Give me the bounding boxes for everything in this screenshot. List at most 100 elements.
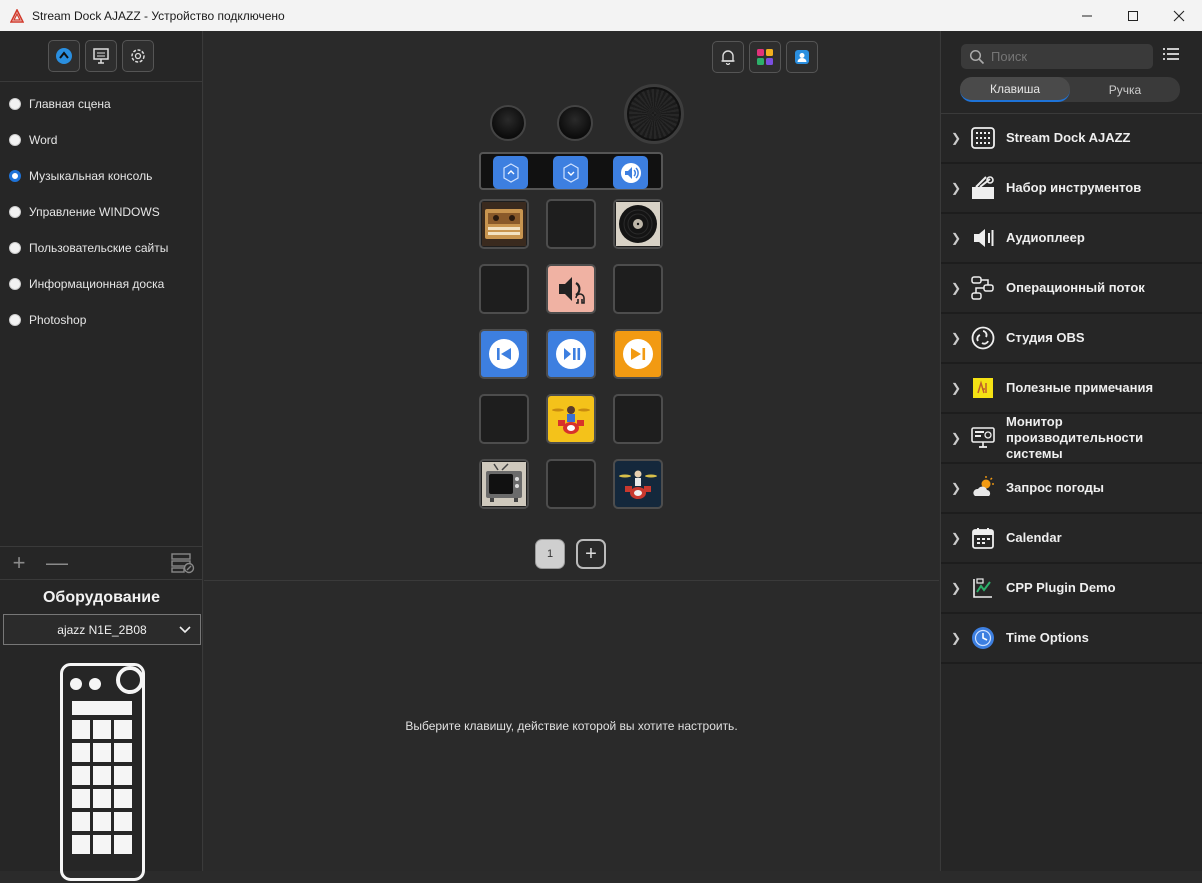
scene-item-info-board[interactable]: Информационная доска xyxy=(0,266,202,302)
touch-strip xyxy=(479,152,663,190)
category-label: Time Options xyxy=(1006,630,1089,645)
tab-knob[interactable]: Ручка xyxy=(1070,77,1180,102)
category-workflow[interactable]: ❯ Операционный поток xyxy=(941,264,1202,314)
user-icon xyxy=(795,50,809,64)
key-1-3[interactable] xyxy=(613,199,663,249)
strip-button-up[interactable] xyxy=(493,156,528,189)
plugin-store-button[interactable] xyxy=(749,41,781,73)
category-useful-notes[interactable]: ❯ Полезные примечания xyxy=(941,364,1202,414)
down-icon xyxy=(562,162,579,183)
scene-radio[interactable] xyxy=(9,98,21,110)
list-view-icon[interactable] xyxy=(1163,47,1179,61)
knob-main[interactable] xyxy=(624,84,684,144)
key-4-3[interactable] xyxy=(613,394,663,444)
category-cpp-plugin-demo[interactable]: ❯ CPP Plugin Demo xyxy=(941,564,1202,614)
page-button-1[interactable]: 1 xyxy=(535,539,565,569)
key-5-1[interactable] xyxy=(479,459,529,509)
plugin-panel: Клавиша Ручка ❯ Stream Dock AJAZZ ❯ Набо… xyxy=(940,31,1202,871)
chevron-right-icon: ❯ xyxy=(951,481,962,495)
key-2-2[interactable] xyxy=(546,264,596,314)
scene-radio[interactable] xyxy=(9,206,21,218)
device-select[interactable]: ajazz N1E_2B08 xyxy=(3,614,201,645)
scene-item-custom-sites[interactable]: Пользовательские сайты xyxy=(0,230,202,266)
chevron-right-icon: ❯ xyxy=(951,381,962,395)
key-2-3[interactable] xyxy=(613,264,663,314)
scene-radio[interactable] xyxy=(9,314,21,326)
scene-label: Музыкальная консоль xyxy=(29,169,153,183)
search-box[interactable] xyxy=(961,44,1153,69)
settings-button[interactable] xyxy=(122,40,154,72)
key-5-2[interactable] xyxy=(546,459,596,509)
maximize-icon[interactable] xyxy=(1110,0,1156,31)
drum-kit-dark-icon xyxy=(619,470,657,499)
category-stream-dock-ajazz[interactable]: ❯ Stream Dock AJAZZ xyxy=(941,114,1202,164)
close-icon[interactable] xyxy=(1156,0,1202,31)
key-1-1[interactable] xyxy=(479,199,529,249)
strip-button-volume[interactable] xyxy=(613,156,648,189)
category-system-monitor[interactable]: ❯ Монитор производительности системы xyxy=(941,414,1202,464)
scene-label: Главная сцена xyxy=(29,97,111,111)
action-type-tabs: Клавиша Ручка xyxy=(960,77,1180,102)
category-label: Stream Dock AJAZZ xyxy=(1006,130,1131,145)
category-label: Полезные примечания xyxy=(1006,380,1154,395)
vinyl-icon xyxy=(616,202,660,246)
account-button[interactable] xyxy=(786,41,818,73)
category-time-options[interactable]: ❯ Time Options xyxy=(941,614,1202,664)
minimize-icon[interactable] xyxy=(1064,0,1110,31)
monitor-icon xyxy=(970,425,996,451)
key-3-2[interactable] xyxy=(546,329,596,379)
knob-middle[interactable] xyxy=(557,105,593,141)
chart-icon xyxy=(970,575,996,601)
scene-radio[interactable] xyxy=(9,134,21,146)
chevron-right-icon: ❯ xyxy=(951,431,962,445)
remove-scene-button[interactable]: — xyxy=(38,550,76,576)
key-4-1[interactable] xyxy=(479,394,529,444)
key-3-1[interactable] xyxy=(479,329,529,379)
strip-button-down[interactable] xyxy=(553,156,588,189)
notifications-button[interactable] xyxy=(712,41,744,73)
add-page-button[interactable]: + xyxy=(576,539,606,569)
scene-item-photoshop[interactable]: Photoshop xyxy=(0,302,202,338)
chevron-right-icon: ❯ xyxy=(951,281,962,295)
scene-radio[interactable] xyxy=(9,278,21,290)
tab-key[interactable]: Клавиша xyxy=(960,77,1070,102)
scene-item-main[interactable]: Главная сцена xyxy=(0,86,202,122)
category-calendar[interactable]: ❯ Calendar xyxy=(941,514,1202,564)
search-input[interactable] xyxy=(991,49,1141,64)
app-store-button[interactable] xyxy=(48,40,80,72)
scene-item-windows-control[interactable]: Управление WINDOWS xyxy=(0,194,202,230)
category-weather[interactable]: ❯ Запрос погоды xyxy=(941,464,1202,514)
drum-kit-yellow-icon xyxy=(552,406,590,434)
scene-item-word[interactable]: Word xyxy=(0,122,202,158)
up-icon xyxy=(502,162,519,183)
manage-scenes-icon[interactable] xyxy=(171,552,195,574)
category-toolbox[interactable]: ❯ Набор инструментов xyxy=(941,164,1202,214)
key-4-2[interactable] xyxy=(546,394,596,444)
display-button[interactable] xyxy=(85,40,117,72)
scene-radio-selected[interactable] xyxy=(9,170,21,182)
scene-item-music-console[interactable]: Музыкальная консоль xyxy=(0,158,202,194)
chevron-right-icon: ❯ xyxy=(951,231,962,245)
key-2-1[interactable] xyxy=(479,264,529,314)
device-select-value: ajazz N1E_2B08 xyxy=(57,622,147,637)
flow-icon xyxy=(970,275,996,301)
page-controls: 1 + xyxy=(535,539,606,569)
chevron-right-icon: ❯ xyxy=(951,181,962,195)
category-label: Запрос погоды xyxy=(1006,480,1104,495)
category-audio-player[interactable]: ❯ Аудиоплеер xyxy=(941,214,1202,264)
knob-left[interactable] xyxy=(490,105,526,141)
category-obs-studio[interactable]: ❯ Студия OBS xyxy=(941,314,1202,364)
key-3-3[interactable] xyxy=(613,329,663,379)
key-5-3[interactable] xyxy=(613,459,663,509)
key-1-2[interactable] xyxy=(546,199,596,249)
scene-label: Photoshop xyxy=(29,313,87,327)
category-label: Набор инструментов xyxy=(1006,180,1142,195)
scene-radio[interactable] xyxy=(9,242,21,254)
category-label: Монитор производительности системы xyxy=(1006,414,1144,461)
display-icon xyxy=(93,48,109,64)
divider xyxy=(204,580,939,581)
settings-icon xyxy=(131,49,145,63)
category-label: Операционный поток xyxy=(1006,280,1145,295)
category-label: CPP Plugin Demo xyxy=(1006,580,1116,595)
add-scene-button[interactable]: + xyxy=(0,550,38,576)
